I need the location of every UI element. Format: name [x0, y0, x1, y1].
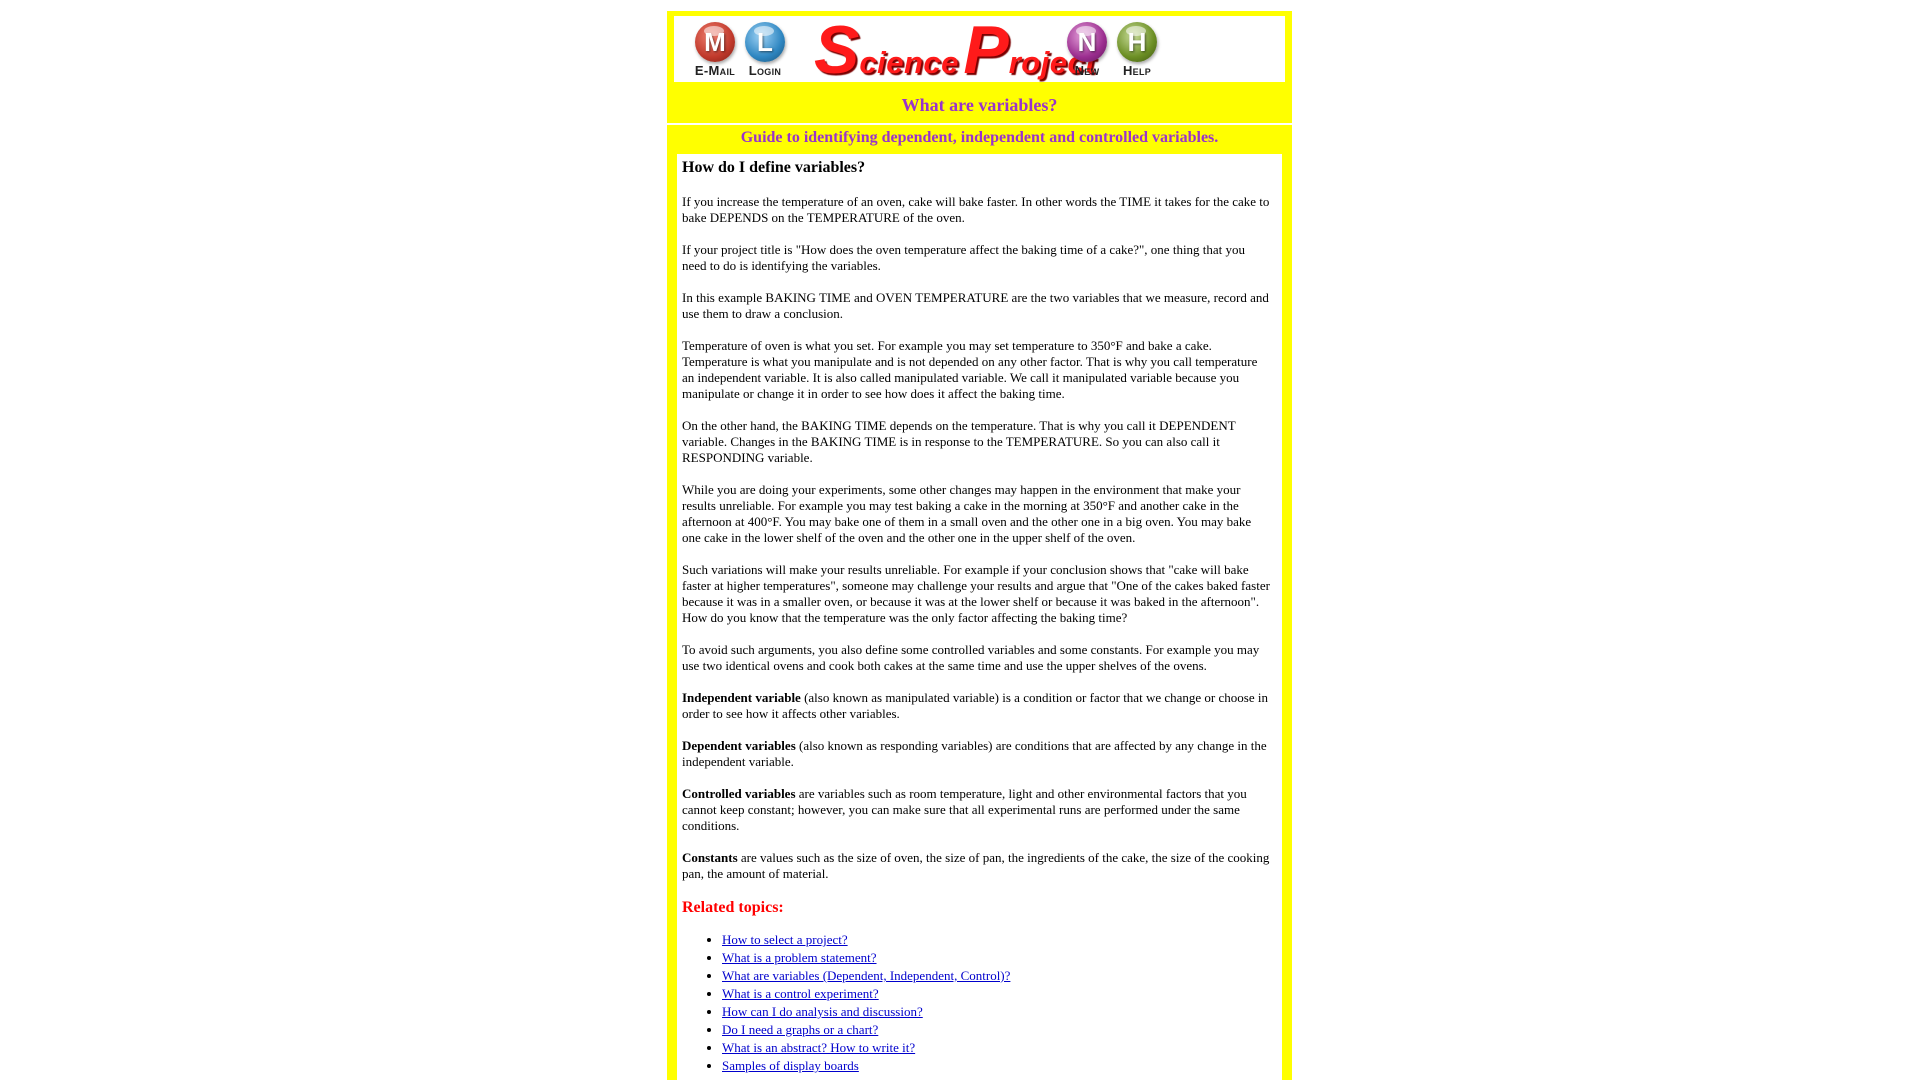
definition-term: Independent variable: [682, 690, 801, 705]
list-item: Samples of display boards: [722, 1058, 1272, 1074]
related-link-display-boards[interactable]: Samples of display boards: [722, 1058, 859, 1073]
new-icon: N: [1067, 22, 1107, 62]
related-link-control-experiment[interactable]: What is a control experiment?: [722, 986, 879, 1001]
divider: [667, 123, 1292, 125]
login-button[interactable]: L Login: [736, 22, 794, 78]
logo-letter-p: P: [963, 12, 1009, 88]
definition-controlled: Controlled variables are variables such …: [682, 786, 1272, 834]
logo-letter-s: S: [814, 12, 860, 88]
related-link-variables[interactable]: What are variables (Dependent, Independe…: [722, 968, 1010, 983]
article-heading: How do I define variables?: [682, 159, 866, 176]
related-link-problem-statement[interactable]: What is a problem statement?: [722, 950, 877, 965]
email-icon: M: [695, 22, 735, 62]
related-link-analysis[interactable]: How can I do analysis and discussion?: [722, 1004, 923, 1019]
help-icon: H: [1117, 22, 1157, 62]
paragraph: In this example BAKING TIME and OVEN TEM…: [682, 290, 1269, 321]
help-button[interactable]: H Help: [1108, 22, 1166, 78]
list-item: What are variables (Dependent, Independe…: [722, 968, 1272, 984]
related-topics-heading: Related topics:: [682, 899, 784, 916]
related-link-graphs[interactable]: Do I need a graphs or a chart?: [722, 1022, 878, 1037]
help-button-label: Help: [1122, 63, 1152, 78]
list-item: How to select a project?: [722, 932, 1272, 948]
paragraph: To avoid such arguments, you also define…: [682, 642, 1260, 673]
paragraph: On the other hand, the BAKING TIME depen…: [682, 418, 1236, 465]
paragraph: If you increase the temperature of an ov…: [682, 194, 1270, 225]
definition-independent: Independent variable (also known as mani…: [682, 690, 1272, 722]
login-button-label: Login: [748, 63, 782, 78]
related-topics-list: How to select a project? What is a probl…: [682, 932, 1272, 1074]
definition-term: Constants: [682, 850, 738, 865]
definition-dependent: Dependent variables (also known as respo…: [682, 738, 1272, 770]
definition-text: are values such as the size of oven, the…: [682, 850, 1270, 881]
header-banner: M E-Mail L Login Science Project N New H…: [674, 16, 1285, 84]
list-item: What is a problem statement?: [722, 950, 1272, 966]
paragraph: If your project title is "How does the o…: [682, 242, 1246, 273]
paragraph: Temperature of oven is what you set. For…: [682, 338, 1258, 401]
list-item: How can I do analysis and discussion?: [722, 1004, 1272, 1020]
definition-term: Dependent variables: [682, 738, 796, 753]
list-item: What is an abstract? How to write it?: [722, 1040, 1272, 1056]
login-icon: L: [745, 22, 785, 62]
list-item: What is a control experiment?: [722, 986, 1272, 1002]
page-frame: M E-Mail L Login Science Project N New H…: [667, 11, 1292, 1080]
logo-text-cience: cience: [859, 45, 959, 80]
related-link-abstract[interactable]: What is an abstract? How to write it?: [722, 1040, 915, 1055]
definition-constants: Constants are values such as the size of…: [682, 850, 1272, 882]
list-item: Do I need a graphs or a chart?: [722, 1022, 1272, 1038]
related-link-select-project[interactable]: How to select a project?: [722, 932, 848, 947]
paragraph: While you are doing your experiments, so…: [682, 482, 1252, 545]
paragraph: Such variations will make your results u…: [682, 562, 1270, 625]
page-subtitle: Guide to identifying dependent, independ…: [740, 129, 1219, 146]
page-title: What are variables?: [901, 95, 1058, 115]
definition-term: Controlled variables: [682, 786, 796, 801]
article-content: How do I define variables? If you increa…: [677, 154, 1282, 1080]
